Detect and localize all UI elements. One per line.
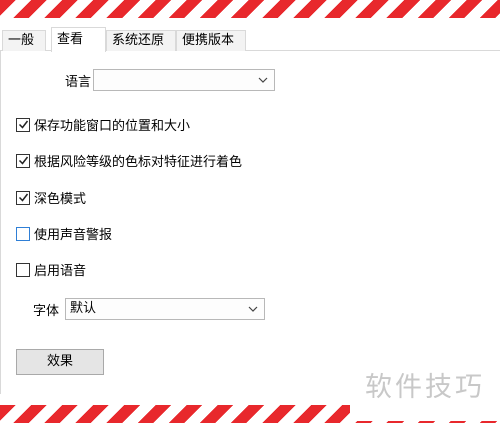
chevron-down-icon [258, 77, 268, 83]
tab-view[interactable]: 查看 [51, 27, 106, 52]
watermark-text: 软件技巧 [365, 371, 485, 403]
effects-button[interactable]: 效果 [16, 349, 104, 375]
checkmark-icon [18, 120, 28, 129]
tab-bar: 一般 查看 系统还原 便携版本 [0, 27, 500, 52]
top-hazard-stripe [0, 0, 500, 18]
language-select[interactable] [93, 69, 276, 91]
tab-portable-version[interactable]: 便携版本 [176, 30, 246, 51]
checkmark-icon [18, 193, 28, 202]
font-select[interactable]: 默认 [65, 298, 266, 320]
font-label: 字体 [33, 303, 60, 319]
checkmark-icon [18, 156, 28, 165]
checkbox-checked[interactable] [16, 190, 30, 205]
option-dark-mode[interactable]: 深色模式 [16, 188, 86, 207]
checkbox-checked[interactable] [16, 153, 30, 168]
language-row: 语言 [65, 69, 276, 91]
checkbox-unchecked-focused[interactable] [16, 226, 30, 241]
option-enable-voice[interactable]: 启用语音 [16, 260, 86, 279]
view-settings-panel: 语言 保存功能窗口的位置和大小 根据风险等级的色标对特征进行着色 深色模式 使用… [0, 51, 500, 394]
option-label: 保存功能窗口的位置和大小 [34, 119, 191, 134]
option-label: 启用语音 [34, 264, 87, 279]
option-label: 深色模式 [34, 192, 87, 207]
language-label: 语言 [65, 74, 92, 90]
option-color-by-risk[interactable]: 根据风险等级的色标对特征进行着色 [16, 151, 242, 170]
font-select-value: 默认 [70, 301, 97, 316]
checkbox-checked[interactable] [16, 117, 30, 132]
font-row: 字体 默认 [33, 298, 266, 320]
tab-general[interactable]: 一般 [2, 30, 46, 51]
option-save-window-position[interactable]: 保存功能窗口的位置和大小 [16, 115, 190, 134]
chevron-down-icon [248, 306, 258, 312]
checkbox-unchecked[interactable] [16, 262, 30, 277]
option-label: 使用声音警报 [34, 228, 113, 243]
option-label: 根据风险等级的色标对特征进行着色 [34, 155, 243, 170]
tab-system-restore[interactable]: 系统还原 [106, 30, 176, 51]
option-sound-alert[interactable]: 使用声音警报 [16, 224, 112, 243]
watermark: 软件技巧 [350, 347, 500, 421]
